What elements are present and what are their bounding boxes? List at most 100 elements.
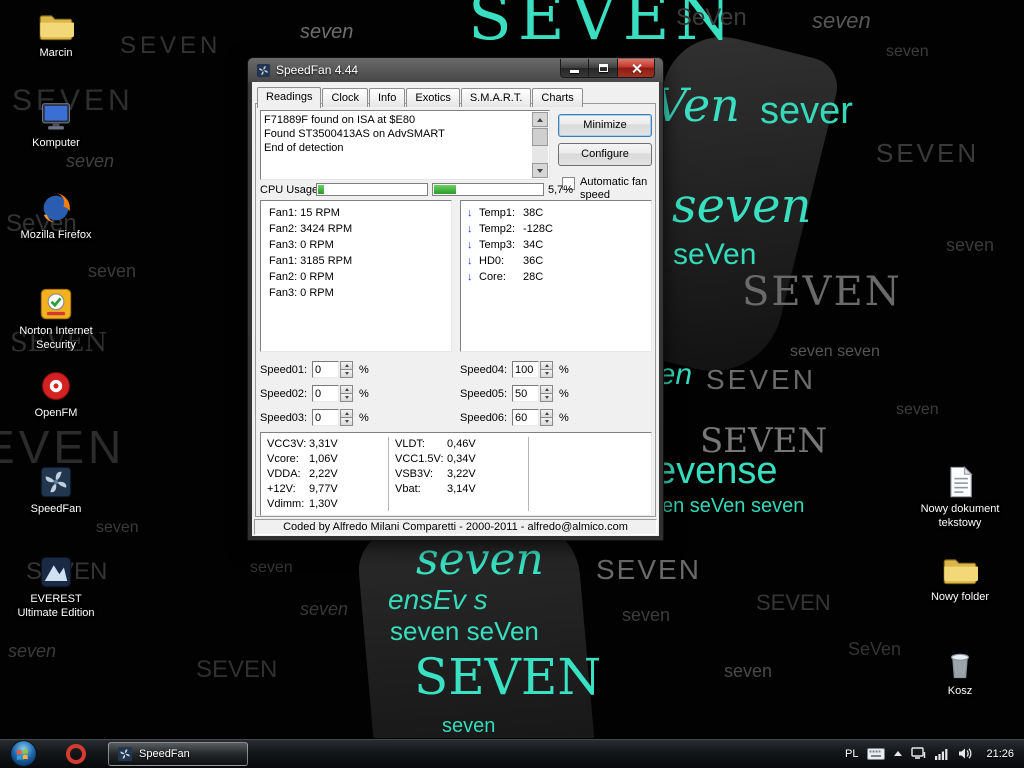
desktop-icon-label: SpeedFan [30,503,82,515]
language-indicator[interactable]: PL [845,748,858,760]
window-maximize-button[interactable] [589,59,617,78]
desktop: SEVEN seven SeVen seven SEVEN seven Ven sever SE… [0,0,1024,768]
speed-label: Speed05: [460,388,508,400]
configure-button[interactable]: Configure [558,143,652,166]
scrollbar[interactable] [532,112,548,178]
fan-reading: Fan3: 0 RPM [269,239,334,251]
start-button[interactable] [8,739,38,768]
wallpaper-word: seven [88,261,137,281]
log-line: F71889F found on ISA at $E80 [264,114,416,126]
tab-readings[interactable]: Readings [257,87,322,108]
everest-icon [38,554,74,590]
folder-icon [38,8,74,44]
wallpaper-word: seven [96,519,139,536]
temperature-readings-panel: ↓ Temp1: 38C ↓ Temp2: -128C ↓ Temp3: 34C ↓ HD0:… [460,200,652,352]
desktop-icon-everest[interactable]: EVEREST Ultimate Edition [10,554,102,621]
wallpaper-word: SEVEN [756,590,831,615]
clock[interactable]: 21:26 [986,748,1014,760]
log-line: End of detection [264,142,344,154]
desktop-icon-new-text-document[interactable]: Nowy dokument tekstowy [914,464,1006,531]
tab-clock[interactable]: Clock [322,88,368,107]
temperature-reading: ↓ Core: 28C [467,271,544,283]
tab-charts[interactable]: Charts [532,88,583,107]
voltage-reading: VLDT: 0,46V [395,438,476,450]
voltage-reading: VCC3V: 3,31V [267,438,338,450]
speed04-input[interactable] [512,361,539,378]
desktop-icon-label: Kosz [947,685,973,697]
wallpaper-word: ensEv s [388,584,488,615]
desktop-icon-speedfan[interactable]: SpeedFan [10,464,102,517]
spin-up-button[interactable] [540,409,553,418]
voltage-reading: Vbat: 3,14V [395,483,476,495]
voltage-reading: VDDA: 2,22V [267,468,338,480]
voltage-reading: VCC1.5V: 0,34V [395,453,476,465]
wallpaper-word: seven [622,605,671,625]
network-icon[interactable] [911,747,926,760]
spin-down-button[interactable] [540,394,553,402]
desktop-icon-komputer[interactable]: Komputer [10,98,102,151]
wallpaper-word: seven [66,151,115,171]
text-document-icon [942,464,978,500]
fan-reading: Fan1: 3185 RPM [269,255,353,267]
desktop-icon-marcin[interactable]: Marcin [10,8,102,61]
wallpaper-word: seven seVen [390,616,539,646]
show-hidden-icons-chevron[interactable] [894,751,903,756]
wallpaper-word: seven [886,43,929,60]
tab-smart[interactable]: S.M.A.R.T. [460,88,532,107]
wallpaper-word: SeVen [848,639,902,659]
speed05-input[interactable] [512,385,539,402]
desktop-icon-openfm[interactable]: OpenFM [10,368,102,421]
window-client-area: Readings Clock Info Exotics S.M.A.R.T. C… [252,82,659,536]
system-tray: PL 21:26 [845,747,1024,760]
desktop-icon-label: EVEREST Ultimate Edition [17,593,95,619]
wallpaper-word: SEVEN [120,32,222,59]
cpu-usage-value: 5,7% [548,184,574,196]
temperature-reading: ↓ Temp1: 38C [467,207,544,219]
voltage-readings-panel: VCC3V: 3,31V Vcore: 1,06V VDDA: 2,22V +12V:… [260,432,652,516]
tab-info[interactable]: Info [369,88,406,107]
title-bar[interactable]: SpeedFan 4.44 [248,58,663,82]
scrollbar-thumb[interactable] [532,128,548,146]
speedfan-icon [38,464,74,500]
window-minimize-button[interactable] [560,59,589,78]
desktop-icon-label: OpenFM [34,407,78,419]
fan-reading: Fan3: 0 RPM [269,287,334,299]
openfm-icon [38,368,74,404]
temp-down-arrow-icon: ↓ [467,239,473,251]
status-bar: Coded by Alfredo Milani Comparetti - 200… [254,519,657,535]
voltage-reading: Vdimm: 1,30V [267,498,338,510]
tab-exotics[interactable]: Exotics [406,88,460,107]
volume-icon[interactable] [958,747,973,760]
speed06-input[interactable] [512,409,539,426]
window-close-button[interactable] [617,59,655,78]
desktop-icon-firefox[interactable]: Mozilla Firefox [10,190,102,243]
wallpaper-word: seven [250,559,293,576]
app-icon [256,63,271,78]
speedfan-icon [118,746,132,761]
opera-icon[interactable] [66,743,86,764]
panel-divider [528,437,529,511]
spin-up-button[interactable] [540,361,553,370]
keyboard-icon[interactable] [867,747,886,760]
detection-log[interactable]: F71889F found on ISA at $E80 Found ST350… [260,110,550,180]
cpu-usage-bar-2 [432,183,544,196]
scroll-down-button[interactable] [532,163,548,178]
folder-icon [942,552,978,588]
spin-down-button[interactable] [540,370,553,378]
scroll-up-button[interactable] [532,112,548,127]
speed-unit: % [559,364,569,376]
spin-up-button[interactable] [540,385,553,394]
desktop-icon-label: Komputer [32,137,80,149]
cpu-usage-label: CPU Usage [260,184,319,196]
desktop-icon-new-folder[interactable]: Nowy folder [914,552,1006,605]
speed06-spinner [540,409,553,426]
spin-down-button[interactable] [540,418,553,426]
log-line: Found ST3500413AS on AdvSMART [264,128,445,140]
wireless-signal-icon[interactable] [935,748,949,760]
taskbar-speedfan-button[interactable]: SpeedFan [108,741,248,766]
desktop-icon-norton[interactable]: Norton Internet Security [10,286,102,353]
wallpaper-word: seven [416,534,544,585]
desktop-icon-recycle-bin[interactable]: Kosz [914,646,1006,699]
minimize-button[interactable]: Minimize [558,114,652,137]
tab-strip: Readings Clock Info Exotics S.M.A.R.T. C… [257,86,584,108]
